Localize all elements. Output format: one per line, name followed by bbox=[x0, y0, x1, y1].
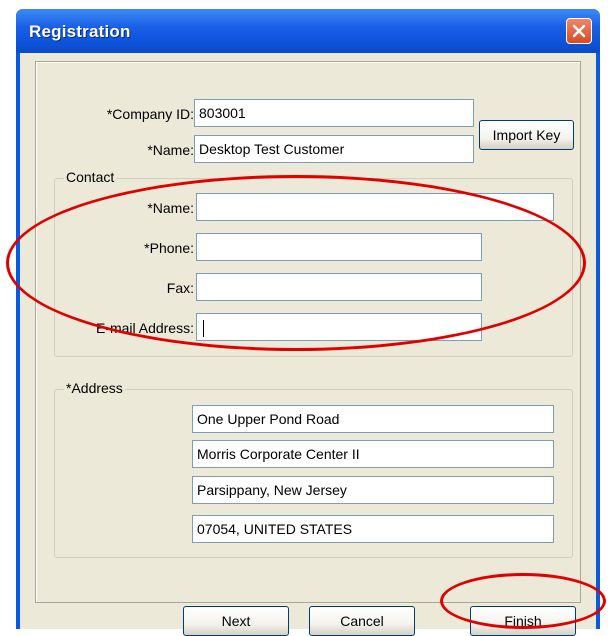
contact-legend: Contact bbox=[64, 169, 117, 185]
contact-name-label: *Name: bbox=[147, 200, 194, 216]
email-label: E-mail Address: bbox=[95, 320, 194, 336]
company-id-field[interactable]: 803001 bbox=[194, 99, 474, 127]
phone-field[interactable] bbox=[196, 233, 482, 261]
phone-label: *Phone: bbox=[144, 240, 194, 256]
company-id-label: *Company ID: bbox=[106, 106, 194, 122]
next-button[interactable]: Next bbox=[183, 606, 289, 636]
dialog-body: *Company ID: 803001 *Name: Desktop Test … bbox=[20, 53, 596, 636]
fax-field[interactable] bbox=[196, 273, 482, 301]
email-field[interactable] bbox=[196, 313, 482, 341]
close-icon bbox=[572, 24, 586, 38]
finish-button[interactable]: Finish bbox=[470, 606, 576, 636]
close-button[interactable] bbox=[566, 18, 592, 44]
fax-label: Fax: bbox=[166, 280, 194, 296]
registration-window: Registration *Company ID: 803001 *Name: … bbox=[16, 9, 600, 636]
window-title: Registration bbox=[29, 22, 131, 41]
text-caret bbox=[203, 319, 204, 337]
address-legend: *Address bbox=[64, 380, 125, 396]
address-line-4[interactable]: 07054, UNITED STATES bbox=[192, 515, 554, 543]
title-bar[interactable]: Registration bbox=[16, 9, 600, 53]
import-key-button[interactable]: Import Key bbox=[479, 120, 574, 150]
name-field[interactable]: Desktop Test Customer bbox=[194, 135, 474, 163]
address-line-3[interactable]: Parsippany, New Jersey bbox=[192, 476, 554, 504]
contact-name-field[interactable] bbox=[196, 193, 554, 221]
cancel-button[interactable]: Cancel bbox=[309, 606, 415, 636]
name-label: *Name: bbox=[147, 142, 194, 158]
address-line-2[interactable]: Morris Corporate Center II bbox=[192, 440, 554, 468]
address-line-1[interactable]: One Upper Pond Road bbox=[192, 405, 554, 433]
form-panel: *Company ID: 803001 *Name: Desktop Test … bbox=[35, 61, 581, 603]
